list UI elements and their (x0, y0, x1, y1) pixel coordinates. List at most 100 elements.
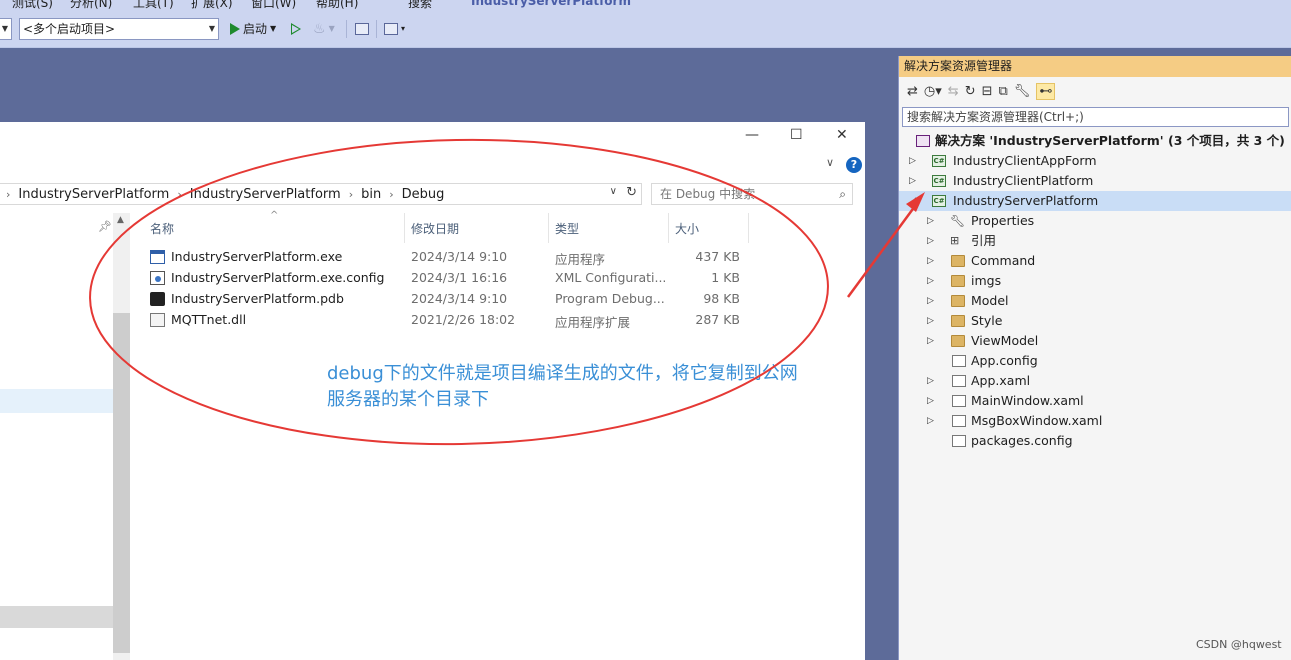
file-type: 应用程序扩展 (555, 315, 631, 330)
file-row[interactable]: MQTTnet.dll 2021/2/26 18:02 应用程序扩展 287 K… (150, 310, 750, 331)
tree-item-file[interactable]: ▷ App.xaml (899, 371, 1291, 391)
tree-item-file[interactable]: packages.config (899, 431, 1291, 451)
menu-search[interactable]: 搜索 (408, 0, 432, 10)
column-header-date[interactable]: 修改日期 (411, 220, 459, 244)
collapse-all-icon[interactable]: ⊟ (982, 84, 993, 99)
tree-item-folder[interactable]: ▷ Model (899, 291, 1291, 311)
nav-selected-item[interactable] (0, 389, 113, 413)
maximize-icon[interactable]: ☐ (790, 127, 803, 143)
tree-item-label: MsgBoxWindow.xaml (971, 413, 1103, 428)
file-row[interactable]: IndustryServerPlatform.exe.config 2024/3… (150, 268, 750, 289)
expand-arrow-icon[interactable]: ▷ (927, 311, 934, 331)
expand-arrow-icon[interactable]: ▷ (909, 171, 916, 191)
tree-item-folder[interactable]: ▷ imgs (899, 271, 1291, 291)
breadcrumb-item[interactable]: IndustryServerPlatform (190, 187, 341, 202)
start-button[interactable]: 启动 ▼ (230, 18, 276, 40)
tree-item-file[interactable]: App.config (899, 351, 1291, 371)
column-header-name[interactable]: 名称 (150, 220, 174, 244)
expand-arrow-icon[interactable]: ▷ (927, 251, 934, 271)
scroll-up-icon[interactable]: ▲ (117, 215, 124, 225)
tree-item-folder[interactable]: ▷ Command (899, 251, 1291, 271)
menu-item-analyze[interactable]: 分析(N) (70, 0, 112, 10)
tree-item-file[interactable]: ▷ MsgBoxWindow.xaml (899, 411, 1291, 431)
column-divider[interactable] (748, 213, 749, 243)
xaml-file-icon (952, 415, 966, 427)
menu-item-help[interactable]: 帮助(H) (316, 0, 358, 10)
tree-item-folder[interactable]: ▷ Style (899, 311, 1291, 331)
expand-arrow-icon[interactable]: ▷ (927, 371, 934, 391)
menu-item-window[interactable]: 窗口(W) (251, 0, 296, 10)
breadcrumb-item[interactable]: IndustryServerPlatform (18, 187, 169, 202)
solution-search-input[interactable]: 搜索解决方案资源管理器(Ctrl+;) (902, 107, 1289, 127)
toolbar: ▼ <多个启动项目> ▼ 启动 ▼ ♨ ▼ ▾ (0, 10, 1291, 48)
refresh-icon[interactable]: ↻ (626, 185, 637, 200)
expand-arrow-icon[interactable]: ▷ (909, 151, 916, 171)
breadcrumb-item[interactable]: Debug (402, 187, 445, 202)
browse-button[interactable] (355, 18, 369, 40)
folder-icon (951, 275, 965, 287)
column-divider[interactable] (548, 213, 549, 243)
column-divider[interactable] (668, 213, 669, 243)
properties-wrench-icon[interactable]: 🔧︎ (1014, 84, 1031, 99)
pin-icon[interactable]: 📌︎ (98, 220, 112, 233)
minimize-icon[interactable]: — (745, 127, 759, 143)
address-dropdown-icon[interactable]: ∨ (610, 186, 617, 197)
project-node-selected[interactable]: ◢ C# IndustryServerPlatform (899, 191, 1291, 211)
file-row[interactable]: IndustryServerPlatform.exe 2024/3/14 9:1… (150, 247, 750, 268)
expand-arrow-icon[interactable]: ▷ (927, 391, 934, 411)
refresh-icon[interactable]: ↻ (965, 84, 976, 99)
startup-project-combo[interactable]: <多个启动项目> ▼ (19, 18, 219, 40)
expand-arrow-icon[interactable]: ▷ (927, 331, 934, 351)
column-header-size[interactable]: 大小 (675, 220, 699, 244)
navigation-pane[interactable]: 📌︎ (0, 213, 113, 660)
csharp-project-icon: C# (932, 195, 946, 207)
history-icon[interactable]: ◷▾ (924, 84, 942, 99)
watermark: CSDN @hqwest (1196, 638, 1282, 651)
nav-vertical-scrollbar[interactable]: ▲ (113, 213, 130, 660)
expand-arrow-icon[interactable]: ▷ (927, 231, 934, 251)
menu-item-extensions[interactable]: 扩展(X) (191, 0, 233, 10)
startup-project-value: <多个启动项目> (23, 22, 116, 36)
annotation-line-2: 服务器的某个目录下 (327, 389, 489, 410)
expand-arrow-icon[interactable]: ▷ (927, 271, 934, 291)
expand-arrow-icon[interactable]: ▷ (927, 291, 934, 311)
file-row[interactable]: IndustryServerPlatform.pdb 2024/3/14 9:1… (150, 289, 750, 310)
close-icon[interactable]: ✕ (836, 127, 848, 143)
column-divider[interactable] (404, 213, 405, 243)
preview-icon[interactable]: ⊷ (1036, 82, 1056, 100)
breadcrumb-item[interactable]: bin (361, 187, 381, 202)
switch-views-icon[interactable]: ⇄ (907, 84, 918, 99)
solution-node[interactable]: 解决方案 'IndustryServerPlatform' (3 个项目，共 3… (899, 131, 1291, 151)
address-bar[interactable]: › IndustryServerPlatform › IndustryServe… (0, 183, 642, 205)
tree-item-references[interactable]: ▷ ⊞ 引用 (899, 231, 1291, 251)
expand-arrow-icon[interactable]: ▷ (927, 411, 934, 431)
menu-item-test[interactable]: 测试(S) (12, 0, 53, 10)
start-without-debug-button[interactable] (291, 18, 301, 40)
tree-item-properties[interactable]: ▷ 🔧︎ Properties (899, 211, 1291, 231)
expand-arrow-icon[interactable]: ▷ (927, 211, 934, 231)
tree-item-label: Style (971, 313, 1003, 328)
project-node[interactable]: ▷ C# IndustryClientPlatform (899, 171, 1291, 191)
folder-search-input[interactable]: 在 Debug 中搜索 ⌕ (651, 183, 853, 205)
tree-item-label: App.config (971, 353, 1038, 368)
annotation-line-1: debug下的文件就是项目编译生成的文件，将它复制到公网 (327, 363, 798, 384)
config-combo[interactable]: ▼ (0, 18, 12, 40)
help-icon[interactable]: ? (846, 157, 862, 173)
sync-icon[interactable]: ⇆ (948, 84, 959, 99)
hot-reload-button[interactable]: ♨ ▼ (313, 18, 335, 40)
collapse-arrow-icon[interactable]: ◢ (909, 191, 916, 211)
tree-item-folder[interactable]: ▷ ViewModel (899, 331, 1291, 351)
fire-icon: ♨ (313, 21, 326, 37)
layout-button[interactable]: ▾ (384, 18, 405, 40)
show-all-files-icon[interactable]: ⧉ (999, 84, 1008, 99)
tree-item-label: ViewModel (971, 333, 1039, 348)
scrollbar-thumb[interactable] (113, 313, 130, 653)
nav-horizontal-scrollbar[interactable] (0, 606, 113, 628)
menu-item-tools[interactable]: 工具(T) (133, 0, 174, 10)
project-node[interactable]: ▷ C# IndustryClientAppForm (899, 151, 1291, 171)
start-label: 启动 (243, 22, 268, 36)
solution-search-placeholder: 搜索解决方案资源管理器(Ctrl+;) (907, 110, 1084, 124)
tree-item-file[interactable]: ▷ MainWindow.xaml (899, 391, 1291, 411)
ribbon-expand-icon[interactable]: ∨ (826, 156, 834, 169)
column-header-type[interactable]: 类型 (555, 220, 579, 244)
